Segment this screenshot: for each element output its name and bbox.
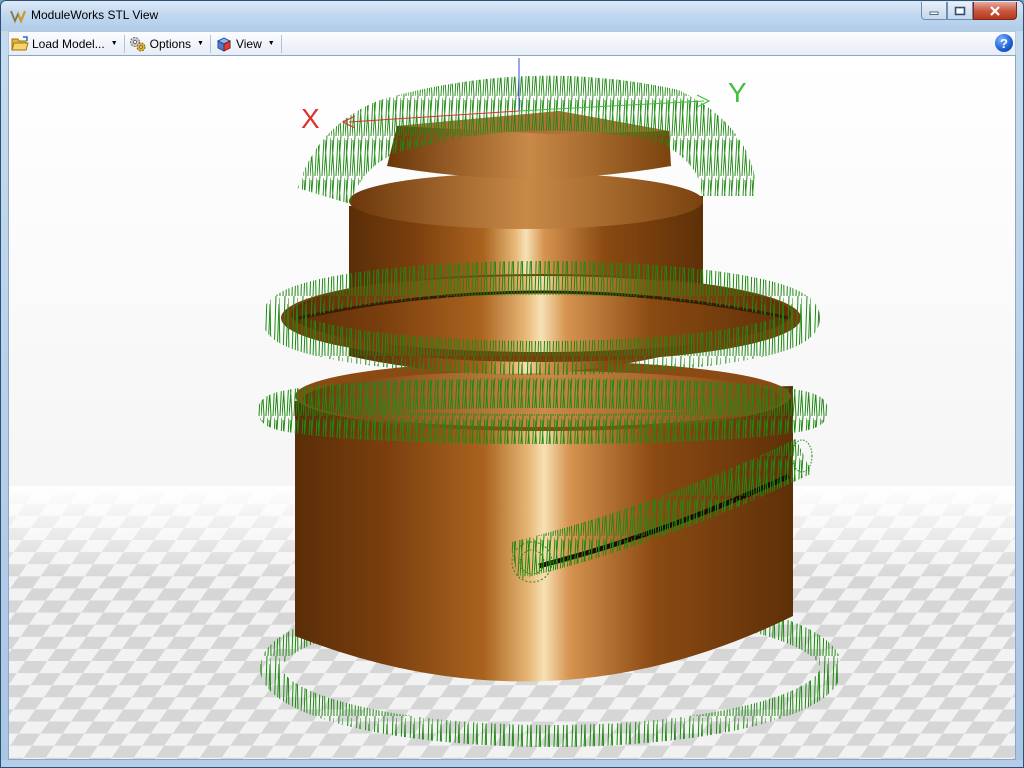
chevron-down-icon[interactable]: ▼ [268, 40, 275, 47]
view-button[interactable]: View ▼ [213, 34, 279, 54]
app-window: ModuleWorks STL View Load Model... ▼ Opt… [0, 0, 1024, 768]
maximize-button[interactable] [947, 2, 973, 20]
close-button[interactable] [973, 2, 1017, 20]
window-title: ModuleWorks STL View [31, 8, 159, 22]
maximize-icon [954, 6, 966, 15]
view-label: View [235, 36, 262, 51]
help-icon: ? [1000, 35, 1008, 51]
title-bar[interactable]: ModuleWorks STL View [1, 1, 1023, 31]
3d-viewport[interactable]: X Y [8, 55, 1016, 760]
options-label: Options [149, 36, 192, 51]
y-axis-label: Y [728, 77, 747, 108]
close-icon [990, 5, 1000, 16]
minimize-icon [929, 11, 939, 15]
chevron-down-icon[interactable]: ▼ [197, 40, 204, 47]
toolbar-separator [209, 34, 211, 53]
minimize-button[interactable] [921, 2, 947, 20]
toolbar: Load Model... ▼ Options ▼ View ▼ ? [8, 31, 1016, 55]
moduleworks-logo-icon[interactable] [9, 7, 27, 25]
load-model-button[interactable]: Load Model... ▼ [9, 34, 122, 54]
load-model-label: Load Model... [32, 36, 105, 51]
chevron-down-icon[interactable]: ▼ [111, 40, 118, 47]
window-bottom-edge [1, 760, 1023, 767]
toolbar-separator [280, 34, 282, 53]
middle-cylinder-top [349, 173, 703, 229]
x-axis-label: X [301, 103, 320, 134]
caption-buttons [921, 2, 1017, 22]
help-button[interactable]: ? [995, 34, 1013, 52]
cube-view-icon [216, 36, 232, 52]
folder-open-icon [11, 35, 29, 50]
gears-icon [129, 36, 146, 51]
options-button[interactable]: Options ▼ [127, 34, 208, 54]
toolbar-separator [123, 34, 125, 53]
3d-scene[interactable]: X Y [9, 56, 1015, 759]
